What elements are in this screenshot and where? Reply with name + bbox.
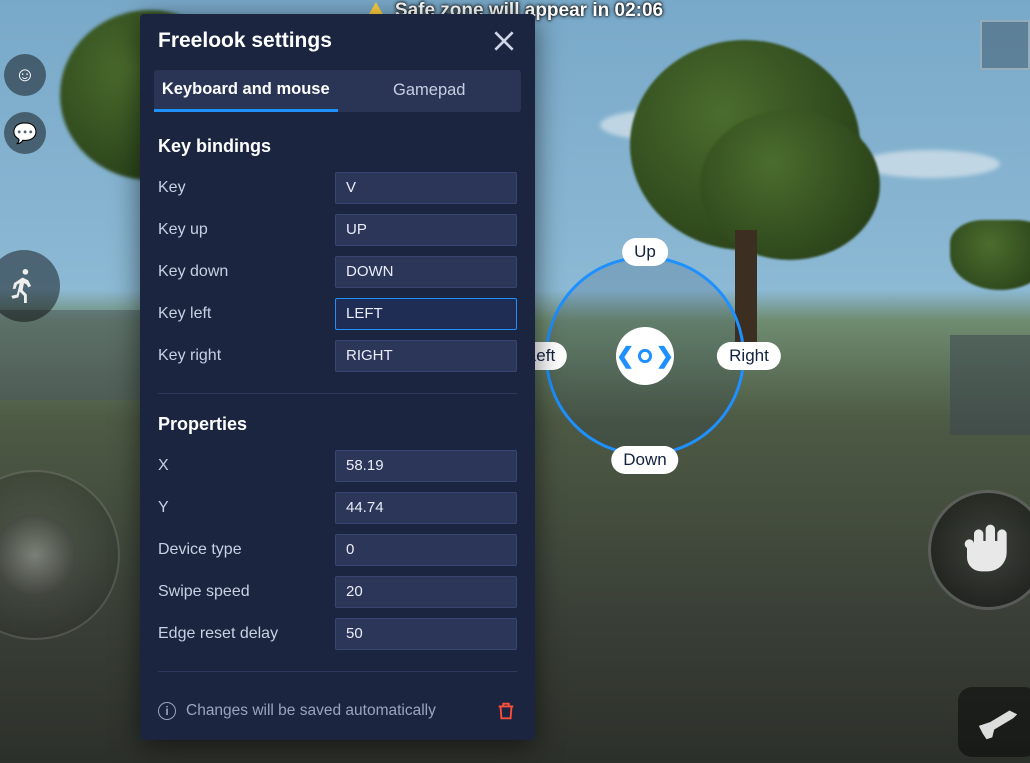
label-y: Y — [158, 499, 335, 517]
field-device-type[interactable]: 0 — [335, 534, 517, 566]
label-key: Key — [158, 179, 335, 197]
tab-keyboard-mouse[interactable]: Keyboard and mouse — [154, 70, 338, 112]
field-y[interactable]: 44.74 — [335, 492, 517, 524]
hud-minimap-corner[interactable] — [980, 20, 1030, 70]
panel-title: Freelook settings — [158, 29, 332, 53]
field-swipe-speed[interactable]: 20 — [335, 576, 517, 608]
label-key-up: Key up — [158, 221, 335, 239]
field-key-right[interactable]: RIGHT — [335, 340, 517, 372]
close-button[interactable] — [491, 28, 517, 54]
eye-icon — [638, 349, 651, 363]
label-swipe-speed: Swipe speed — [158, 583, 335, 601]
freelook-direction-overlay[interactable]: ❮ ❯ Up Down Left Right — [545, 256, 745, 456]
footer-note: Changes will be saved automatically — [186, 702, 436, 720]
direction-pill-right[interactable]: Right — [717, 342, 781, 370]
hud-chat-button[interactable]: 💬 — [4, 112, 46, 154]
section-key-bindings-title: Key bindings — [158, 136, 517, 157]
label-x: X — [158, 457, 335, 475]
direction-pill-up[interactable]: Up — [622, 238, 668, 266]
freelook-center-handle[interactable]: ❮ ❯ — [616, 327, 674, 385]
section-properties-title: Properties — [158, 414, 517, 435]
field-key-left[interactable]: LEFT — [335, 298, 517, 330]
info-icon: i — [158, 702, 176, 720]
field-edge-reset-delay[interactable]: 50 — [335, 618, 517, 650]
direction-pill-down[interactable]: Down — [611, 446, 678, 474]
label-key-left: Key left — [158, 305, 335, 323]
close-icon — [491, 28, 517, 54]
cloud — [860, 150, 1000, 178]
field-key-up[interactable]: UP — [335, 214, 517, 246]
label-key-right: Key right — [158, 347, 335, 365]
building — [0, 310, 140, 400]
divider — [158, 671, 517, 672]
trash-icon — [495, 700, 517, 722]
hud-emoji-button[interactable]: ☺ — [4, 54, 46, 96]
tree — [700, 110, 880, 260]
fist-icon — [960, 520, 1016, 581]
hud-weapon-slot[interactable] — [958, 687, 1030, 757]
freelook-settings-panel: Freelook settings Keyboard and mouse Gam… — [140, 14, 535, 740]
chevron-left-icon: ❮ — [616, 345, 634, 367]
chevron-right-icon: ❯ — [656, 345, 674, 367]
field-key[interactable]: V — [335, 172, 517, 204]
label-key-down: Key down — [158, 263, 335, 281]
label-device-type: Device type — [158, 541, 335, 559]
label-edge-reset-delay: Edge reset delay — [158, 625, 335, 643]
field-key-down[interactable]: DOWN — [335, 256, 517, 288]
delete-button[interactable] — [495, 700, 517, 722]
field-x[interactable]: 58.19 — [335, 450, 517, 482]
building — [950, 335, 1030, 435]
palms — [950, 220, 1030, 290]
divider — [158, 393, 517, 394]
tabs: Keyboard and mouse Gamepad — [154, 70, 521, 112]
tab-gamepad[interactable]: Gamepad — [338, 70, 522, 112]
